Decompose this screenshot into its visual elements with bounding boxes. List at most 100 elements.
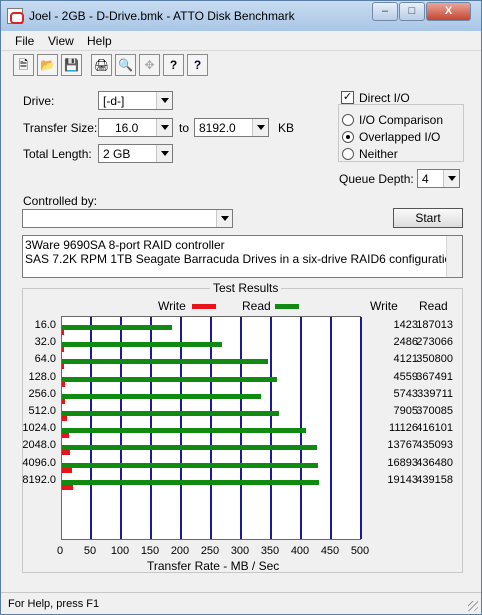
write-bar — [62, 364, 65, 370]
read-value: 367491 — [416, 370, 453, 383]
read-bar — [62, 376, 278, 382]
read-value: 435093 — [416, 439, 453, 452]
chevron-down-icon[interactable] — [216, 210, 232, 227]
y-tick-label: 16.0 — [34, 319, 56, 331]
write-column-header: Write — [370, 299, 398, 313]
read-legend-label: Read — [242, 299, 271, 313]
close-button[interactable]: X — [426, 2, 471, 21]
x-tick-label: 350 — [260, 545, 280, 557]
queue-depth-label: Queue Depth: — [339, 172, 414, 186]
save-icon[interactable]: 💾 — [61, 54, 82, 76]
total-length-select[interactable]: 2 GB — [98, 144, 173, 163]
y-tick-label: 2048.0 — [22, 439, 56, 452]
x-tick-label: 300 — [230, 545, 250, 557]
chevron-down-icon[interactable] — [252, 119, 268, 136]
io-comparison-radio[interactable] — [342, 114, 354, 126]
total-length-value: 2 GB — [103, 147, 131, 161]
x-tick-label: 250 — [200, 545, 220, 557]
x-tick-label: 100 — [110, 545, 130, 557]
read-bar — [62, 462, 318, 468]
read-value: 370085 — [416, 405, 453, 417]
read-bar — [62, 445, 317, 451]
drive-value: [-d-] — [103, 94, 125, 108]
read-value: 436480 — [416, 456, 453, 469]
context-help-icon[interactable]: ? — [187, 54, 208, 76]
atto-app-icon — [7, 8, 24, 24]
read-bar — [62, 325, 172, 330]
controlled-by-select[interactable] — [22, 209, 233, 228]
write-bar — [62, 398, 66, 404]
minimize-button[interactable]: – — [372, 2, 398, 21]
queue-depth-select[interactable]: 4 — [417, 169, 460, 188]
resize-grip-icon[interactable] — [468, 601, 478, 611]
start-button[interactable]: Start — [393, 208, 463, 228]
read-bar — [62, 479, 320, 485]
io-comparison-label: I/O Comparison — [359, 113, 444, 127]
write-bar — [62, 450, 71, 456]
write-bar — [62, 484, 74, 490]
drive-select[interactable]: [-d-] — [98, 91, 173, 110]
write-bar — [62, 381, 65, 387]
description-scrollbar[interactable] — [446, 236, 462, 277]
status-bar: For Help, press F1 — [1, 592, 481, 614]
menu-file[interactable]: File — [15, 34, 34, 48]
transfer-to-value: 8192.0 — [199, 121, 236, 135]
write-bar — [62, 416, 67, 421]
y-tick-label: 32.0 — [34, 336, 56, 349]
x-axis-title: Transfer Rate - MB / Sec — [147, 559, 280, 573]
read-bar — [62, 428, 306, 434]
direct-io-checkbox[interactable]: ✓ — [341, 91, 354, 104]
print-preview-icon[interactable]: 🔍 — [115, 54, 136, 76]
write-bar — [62, 347, 64, 353]
maximize-button[interactable]: □ — [399, 2, 425, 21]
x-tick-label: 450 — [320, 545, 340, 557]
app-window: Joel - 2GB - D-Drive.bmk - ATTO Disk Ben… — [0, 0, 482, 615]
overlapped-io-radio[interactable] — [342, 131, 354, 143]
x-tick-label: 200 — [170, 545, 190, 557]
window-title: Joel - 2GB - D-Drive.bmk - ATTO Disk Ben… — [29, 9, 295, 23]
read-column-header: Read — [419, 299, 448, 313]
controlled-by-label: Controlled by: — [23, 194, 98, 208]
gridline — [330, 317, 332, 539]
neither-radio[interactable] — [342, 148, 354, 160]
x-tick-label: 500 — [350, 545, 370, 557]
results-title: Test Results — [210, 281, 282, 295]
y-tick-label: 64.0 — [34, 353, 56, 366]
gridline — [360, 317, 362, 539]
write-legend-swatch — [192, 304, 216, 309]
new-file-icon[interactable]: 🗎 — [13, 54, 34, 76]
read-value: 350800 — [416, 353, 453, 366]
read-value: 339711 — [417, 387, 453, 400]
x-tick-label: 400 — [290, 545, 310, 557]
help-icon[interactable]: ? — [163, 54, 184, 76]
transfer-size-from-select[interactable]: 16.0 — [98, 118, 173, 137]
chevron-down-icon[interactable] — [443, 170, 459, 187]
read-value: 439158 — [416, 473, 453, 486]
y-tick-label: 256.0 — [28, 387, 56, 400]
chevron-down-icon[interactable] — [156, 92, 172, 109]
write-legend-label: Write — [158, 299, 186, 313]
y-tick-label: 1024.0 — [22, 422, 56, 435]
read-bar — [62, 411, 279, 416]
x-tick-label: 50 — [83, 545, 97, 557]
read-value: 187013 — [416, 319, 453, 331]
y-tick-label: 8192.0 — [22, 473, 56, 486]
description-textarea[interactable]: 3Ware 9690SA 8-port RAID controller SAS … — [22, 235, 463, 278]
transfer-size-to-select[interactable]: 8192.0 — [194, 118, 269, 137]
write-bar — [62, 433, 69, 439]
menu-help[interactable]: Help — [87, 34, 112, 48]
transfer-from-value: 16.0 — [115, 121, 139, 135]
menu-view[interactable]: View — [48, 34, 74, 48]
write-bar — [62, 330, 64, 335]
chevron-down-icon[interactable] — [156, 119, 172, 136]
print-icon[interactable]: 🖨 — [91, 54, 112, 76]
neither-label: Neither — [359, 147, 398, 161]
transfer-rate-chart — [61, 316, 362, 540]
read-legend-swatch — [275, 304, 299, 309]
chevron-down-icon[interactable] — [156, 145, 172, 162]
overlapped-io-label: Overlapped I/O — [359, 130, 441, 144]
open-folder-icon[interactable]: 📂 — [37, 54, 58, 76]
move-icon[interactable]: ✥ — [139, 54, 160, 76]
menu-bar: File View Help — [1, 31, 481, 51]
read-value: 273066 — [416, 336, 453, 349]
